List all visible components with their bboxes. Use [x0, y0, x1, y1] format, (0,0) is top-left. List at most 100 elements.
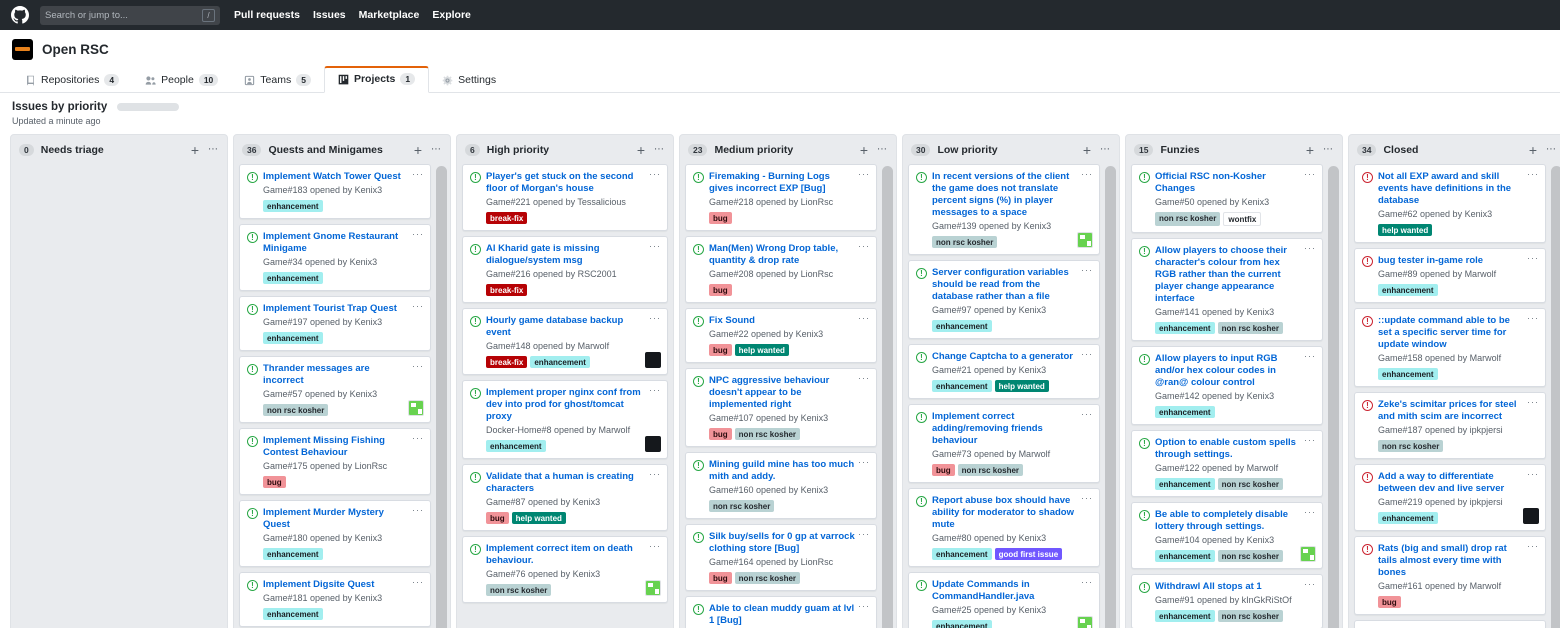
issue-card[interactable]: ! Implement Tourist Trap Quest Game#197 …: [239, 296, 431, 351]
card-menu-button[interactable]: ···: [412, 169, 424, 179]
issue-title[interactable]: Validate that a human is creating charac…: [486, 471, 660, 495]
issue-card[interactable]: ! Report abuse box should have ability f…: [908, 488, 1100, 567]
add-card-button[interactable]: +: [414, 145, 422, 155]
card-menu-button[interactable]: ···: [412, 361, 424, 371]
card-menu-button[interactable]: ···: [1527, 541, 1539, 551]
issue-title[interactable]: Allow players to choose their character'…: [1155, 245, 1315, 305]
card-menu-button[interactable]: ···: [1081, 493, 1093, 503]
issue-label[interactable]: bug: [709, 212, 732, 224]
assignee-avatar[interactable]: [645, 436, 661, 452]
card-menu-button[interactable]: ···: [858, 457, 870, 467]
issue-title[interactable]: Implement proper nginx conf from dev int…: [486, 387, 660, 423]
issue-card[interactable]: ! Option to enable custom spells through…: [1131, 430, 1323, 497]
card-menu-button[interactable]: ···: [1304, 507, 1316, 517]
issue-title[interactable]: Official RSC non-Kosher Changes: [1155, 171, 1315, 195]
issue-title[interactable]: Player's get stuck on the second floor o…: [486, 171, 660, 195]
issue-title[interactable]: Server configuration variables should be…: [932, 267, 1092, 303]
issue-label[interactable]: bug: [709, 572, 732, 584]
card-menu-button[interactable]: ···: [1304, 435, 1316, 445]
issue-title[interactable]: Not all EXP award and skill events have …: [1378, 171, 1538, 207]
issue-label[interactable]: non rsc kosher: [1218, 610, 1283, 622]
issue-card[interactable]: ! Zeke's scimitar prices for steel and m…: [1354, 392, 1546, 459]
nav-explore[interactable]: Explore: [432, 9, 471, 21]
card-menu-button[interactable]: ···: [649, 169, 661, 179]
card-menu-button[interactable]: ···: [1304, 579, 1316, 589]
issue-label[interactable]: enhancement: [263, 548, 323, 560]
issue-label[interactable]: break-fix: [486, 212, 527, 224]
issue-card[interactable]: ! Hourly game database backup event Game…: [462, 308, 668, 375]
issue-title[interactable]: Fix Sound: [709, 315, 869, 327]
issue-label[interactable]: non rsc kosher: [1218, 478, 1283, 490]
column-menu-button[interactable]: ⋯: [1323, 144, 1334, 155]
issue-card[interactable]: ! Withdrawl All stops at 1 Game#91 opene…: [1131, 574, 1323, 628]
issue-label[interactable]: help wanted: [995, 380, 1049, 392]
card-menu-button[interactable]: ···: [1304, 169, 1316, 179]
issue-title[interactable]: Implement correct item on death behaviou…: [486, 543, 660, 567]
issue-label[interactable]: enhancement: [530, 356, 590, 368]
card-menu-button[interactable]: ···: [649, 385, 661, 395]
issue-card[interactable]: ! In recent versions of the client the g…: [908, 164, 1100, 255]
issue-card[interactable]: ! Server configuration variables should …: [908, 260, 1100, 339]
card-menu-button[interactable]: ···: [412, 505, 424, 515]
issue-label[interactable]: bug: [1378, 596, 1401, 608]
column-scrollbar-thumb[interactable]: [882, 166, 893, 628]
issue-card[interactable]: ! Update Commands in CommandHandler.java…: [908, 572, 1100, 628]
issue-label[interactable]: help wanted: [735, 344, 789, 356]
card-menu-button[interactable]: ···: [1081, 349, 1093, 359]
issue-label[interactable]: bug: [486, 512, 509, 524]
issue-label[interactable]: enhancement: [1155, 550, 1215, 562]
issue-title[interactable]: Firemaking - Burning Logs gives incorrec…: [709, 171, 869, 195]
nav-pull-requests[interactable]: Pull requests: [234, 9, 300, 21]
issue-card[interactable]: ! Implement correct adding/removing frie…: [908, 404, 1100, 483]
issue-label[interactable]: help wanted: [1378, 224, 1432, 236]
card-menu-button[interactable]: ···: [1527, 313, 1539, 323]
card-menu-button[interactable]: ···: [1527, 469, 1539, 479]
card-menu-button[interactable]: ···: [858, 241, 870, 251]
issue-title[interactable]: Zeke's scimitar prices for steel and mit…: [1378, 399, 1538, 423]
add-card-button[interactable]: +: [1083, 145, 1091, 155]
issue-card[interactable]: ! Allow players to choose their characte…: [1131, 238, 1323, 341]
issue-label[interactable]: non rsc kosher: [709, 500, 774, 512]
issue-title[interactable]: Implement Digsite Quest: [263, 579, 423, 591]
issue-title[interactable]: NPC aggressive behaviour doesn't appear …: [709, 375, 869, 411]
card-menu-button[interactable]: ···: [1527, 253, 1539, 263]
card-menu-button[interactable]: ···: [412, 301, 424, 311]
issue-label[interactable]: enhancement: [1155, 478, 1215, 490]
issue-card[interactable]: ! Thrander messages are incorrect Game#5…: [239, 356, 431, 423]
add-card-button[interactable]: +: [1529, 145, 1537, 155]
issue-label[interactable]: non rsc kosher: [958, 464, 1023, 476]
issue-card[interactable]: ! Implement Gnome Restaurant Minigame Ga…: [239, 224, 431, 291]
card-menu-button[interactable]: ···: [649, 541, 661, 551]
issue-label[interactable]: bug: [263, 476, 286, 488]
issue-title[interactable]: Thrander messages are incorrect: [263, 363, 423, 387]
issue-card[interactable]: ! Implement Murder Mystery Quest Game#18…: [239, 500, 431, 567]
card-menu-button[interactable]: ···: [858, 601, 870, 611]
issue-card[interactable]: ! Implement Watch Tower Quest Game#183 o…: [239, 164, 431, 219]
tab-teams[interactable]: Teams 5: [231, 68, 324, 93]
issue-title[interactable]: Silk buy/sells for 0 gp at varrock cloth…: [709, 531, 869, 555]
assignee-avatar[interactable]: [408, 400, 424, 416]
github-logo-icon[interactable]: [11, 6, 29, 24]
issue-label[interactable]: help wanted: [512, 512, 566, 524]
issue-card[interactable]: ! Implement correct item on death behavi…: [462, 536, 668, 603]
issue-card[interactable]: ! Implement proper nginx conf from dev i…: [462, 380, 668, 459]
tab-repositories[interactable]: Repositories 4: [12, 68, 132, 93]
card-menu-button[interactable]: ···: [1304, 243, 1316, 253]
card-menu-button[interactable]: ···: [858, 529, 870, 539]
issue-card[interactable]: ! Fix Sound Game#22 opened by Kenix3 bug…: [685, 308, 877, 363]
issue-title[interactable]: Implement Gnome Restaurant Minigame: [263, 231, 423, 255]
nav-marketplace[interactable]: Marketplace: [359, 9, 420, 21]
issue-title[interactable]: Be able to completely disable lottery th…: [1155, 509, 1315, 533]
column-menu-button[interactable]: ⋯: [431, 144, 442, 155]
assignee-avatar[interactable]: [1077, 616, 1093, 628]
issue-title[interactable]: Al Kharid gate is missing dialogue/syste…: [486, 243, 660, 267]
issue-label[interactable]: enhancement: [932, 548, 992, 560]
issue-title[interactable]: Allow players to input RGB and/or hex co…: [1155, 353, 1315, 389]
issue-card[interactable]: ! Implement Missing Fishing Contest Beha…: [239, 428, 431, 495]
issue-label[interactable]: bug: [709, 344, 732, 356]
issue-label[interactable]: enhancement: [486, 440, 546, 452]
column-menu-button[interactable]: ⋯: [1546, 144, 1557, 155]
issue-label[interactable]: enhancement: [1155, 406, 1215, 418]
card-menu-button[interactable]: ···: [649, 313, 661, 323]
issue-label[interactable]: non rsc kosher: [486, 584, 551, 596]
